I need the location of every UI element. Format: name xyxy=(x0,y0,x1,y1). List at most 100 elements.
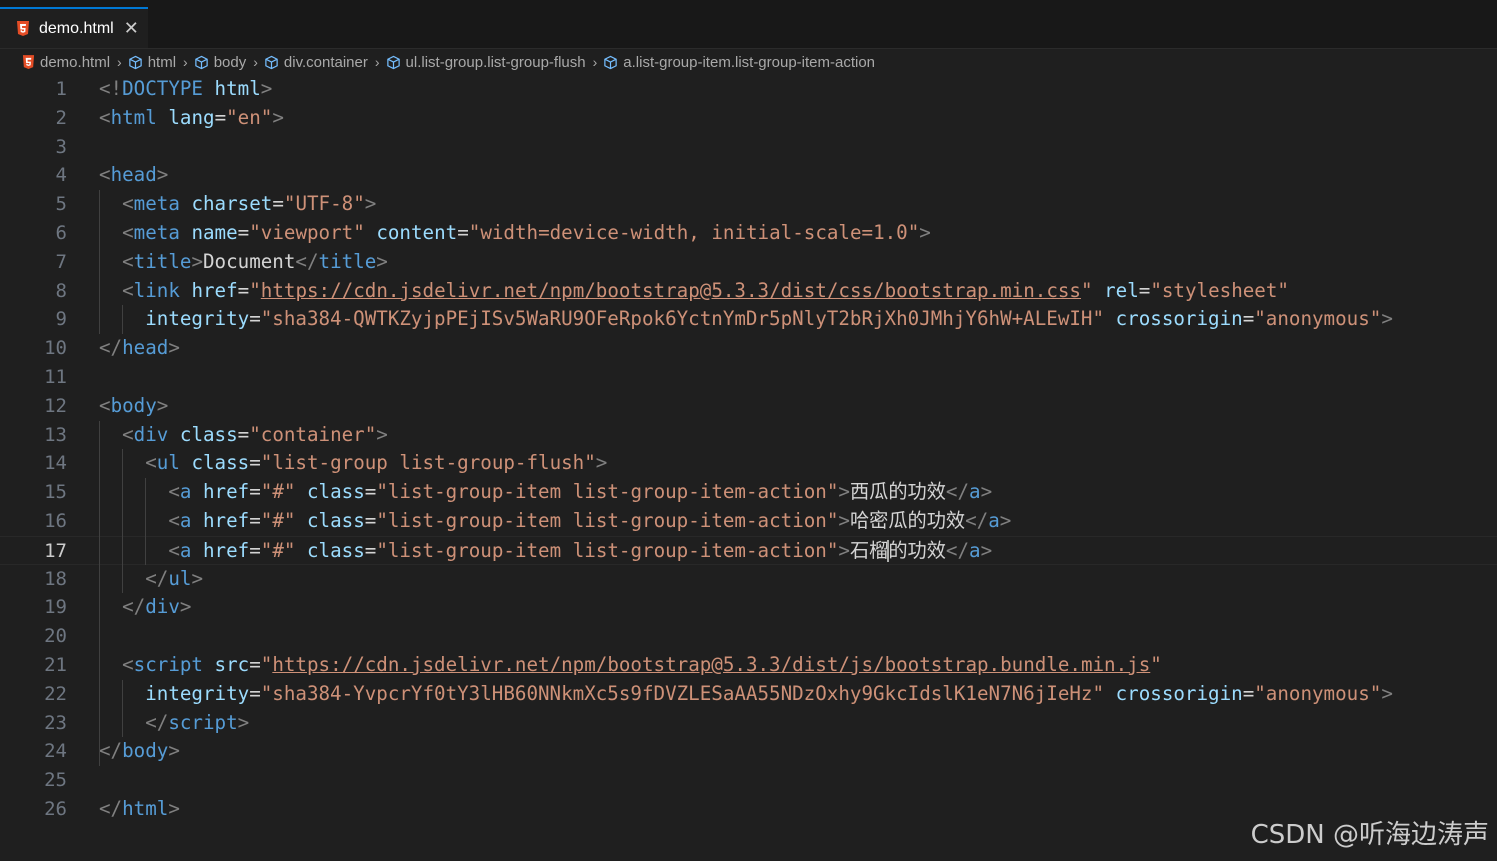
code-token: DOCTYPE xyxy=(122,77,203,100)
code-line[interactable]: 18 </ul> xyxy=(0,565,1497,594)
code-text: <meta charset="UTF-8"> xyxy=(99,190,376,219)
code-token: html xyxy=(214,77,261,100)
code-line[interactable]: 12 <body> xyxy=(0,392,1497,421)
code-line[interactable]: 9 integrity="sha384-QWTKZyjpPEjISv5WaRU9… xyxy=(0,305,1497,334)
code-token: < xyxy=(99,163,111,187)
code-line[interactable]: 25 xyxy=(0,766,1497,795)
code-token: body xyxy=(110,393,157,417)
indent-guide xyxy=(122,679,124,738)
code-text: <ul class="list-group list-group-flush"> xyxy=(99,449,607,478)
code-line[interactable]: 10 </head> xyxy=(0,334,1497,363)
code-token: </ xyxy=(99,336,123,360)
code-token: = xyxy=(214,105,227,129)
code-token: class xyxy=(307,480,365,504)
code-token: = xyxy=(1242,307,1255,331)
code-text: integrity="sha384-YvpcrYf0tY3lHB60NNkmXc… xyxy=(99,680,1393,709)
code-line[interactable]: 21 <script src="https://cdn.jsdelivr.net… xyxy=(0,651,1497,680)
code-token: </ xyxy=(965,509,989,532)
code-token: html xyxy=(122,797,169,820)
code-line[interactable]: 6 <meta name="viewport" content="width=d… xyxy=(0,219,1497,248)
code-text: </head> xyxy=(99,334,180,363)
code-line[interactable]: 17 <a href="#" class="list-group-item li… xyxy=(0,535,1497,565)
code-token: body xyxy=(122,739,169,763)
code-token: = xyxy=(364,538,377,562)
code-token: > xyxy=(156,393,169,417)
code-line[interactable]: 14 <ul class="list-group list-group-flus… xyxy=(0,449,1497,478)
code-text: </ul> xyxy=(99,565,203,594)
chevron-right-icon: › xyxy=(374,54,380,70)
breadcrumb-ul-list-group[interactable]: ul.list-group.list-group-flush xyxy=(386,54,586,71)
code-token: > xyxy=(838,480,850,504)
code-token: src xyxy=(214,653,250,676)
code-token: a xyxy=(179,480,192,504)
code-token: "UTF-8" xyxy=(283,192,365,216)
code-token: > xyxy=(156,163,169,187)
code-text: integrity = "sha384-QWTKZyjpPEjISv5WaRU9OF… xyxy=(99,305,1393,334)
code-token: > xyxy=(168,797,180,820)
code-token: "sha384-QWTKZyjpPEjISv5WaRU9OFeRpok6Yctn… xyxy=(260,307,1105,331)
code-line[interactable]: 24 </body> xyxy=(0,737,1497,766)
code-token: > xyxy=(179,595,192,619)
breadcrumb-html[interactable]: html xyxy=(128,54,176,71)
code-line[interactable]: 11 xyxy=(0,363,1497,392)
code-token: a xyxy=(179,538,192,562)
code-token: 的功效 xyxy=(888,538,946,562)
code-token: = xyxy=(364,509,377,532)
breadcrumb-file[interactable]: demo.html xyxy=(22,54,110,71)
code-line[interactable]: 8 <link href="https://cdn.jsdelivr.net/n… xyxy=(0,277,1497,306)
code-token: integrity xyxy=(145,307,250,331)
line-number: 12 xyxy=(44,394,67,417)
code-token: meta xyxy=(133,192,180,216)
code-token: = xyxy=(249,451,261,475)
code-token: html xyxy=(110,105,157,129)
code-token: "en" xyxy=(226,105,273,129)
code-line[interactable]: 16 <a href="#" class="list-group-item li… xyxy=(0,507,1497,536)
code-line[interactable]: 2 <html lang="en"> xyxy=(0,104,1497,133)
indent-guide xyxy=(145,478,147,565)
breadcrumb-body[interactable]: body xyxy=(194,54,246,71)
symbol-element-icon xyxy=(604,55,618,69)
code-token: < xyxy=(122,192,134,216)
close-icon[interactable]: ✕ xyxy=(124,18,139,39)
code-line[interactable]: 13 <div class="container"> xyxy=(0,421,1497,450)
code-token: ul xyxy=(168,566,192,590)
code-line[interactable]: 19 </div> xyxy=(0,593,1497,622)
code-token: "anonymous" xyxy=(1254,681,1382,705)
code-line[interactable]: 23 </script> xyxy=(0,709,1497,738)
tab-demo-html[interactable]: demo.html ✕ xyxy=(0,7,148,48)
code-token: integrity xyxy=(145,681,250,705)
code-line[interactable]: 22 integrity="sha384-YvpcrYf0tY3lHB60NNk… xyxy=(0,680,1497,709)
breadcrumb-a-list-group-item[interactable]: a.list-group-item.list-group-item-action xyxy=(603,54,875,71)
code-token: crossorigin xyxy=(1115,307,1243,331)
code-token: content xyxy=(376,221,458,244)
watermark: CSDN @听海边涛声 xyxy=(1250,820,1489,850)
code-line[interactable]: 20 xyxy=(0,622,1497,651)
code-token: > xyxy=(168,336,180,360)
code-line[interactable]: 7 <title>Document</title> xyxy=(0,248,1497,277)
breadcrumb-div-container[interactable]: div.container xyxy=(264,54,368,71)
code-token: script xyxy=(168,710,238,734)
code-line[interactable]: 1 <!DOCTYPE html> xyxy=(0,75,1497,104)
code-text: <a href="#" class="list-group-item list-… xyxy=(99,478,992,507)
code-line[interactable]: 3 xyxy=(0,133,1497,162)
code-editor[interactable]: 1 <!DOCTYPE html> 2 <html lang="en"> 3 4 <head… xyxy=(0,75,1497,861)
code-token: ul xyxy=(156,451,180,475)
code-text: <link href="https://cdn.jsdelivr.net/npm… xyxy=(99,277,1289,306)
code-token: script xyxy=(133,653,203,676)
code-text: </body> xyxy=(99,737,180,766)
code-line[interactable]: 15 <a href="#" class="list-group-item li… xyxy=(0,478,1497,507)
code-token: </ xyxy=(99,797,123,820)
code-line[interactable]: 4 <head> xyxy=(0,161,1497,190)
code-token: "stylesheet" xyxy=(1150,278,1289,302)
code-token: > xyxy=(237,710,250,734)
code-line[interactable]: 5 <meta charset="UTF-8"> xyxy=(0,190,1497,219)
